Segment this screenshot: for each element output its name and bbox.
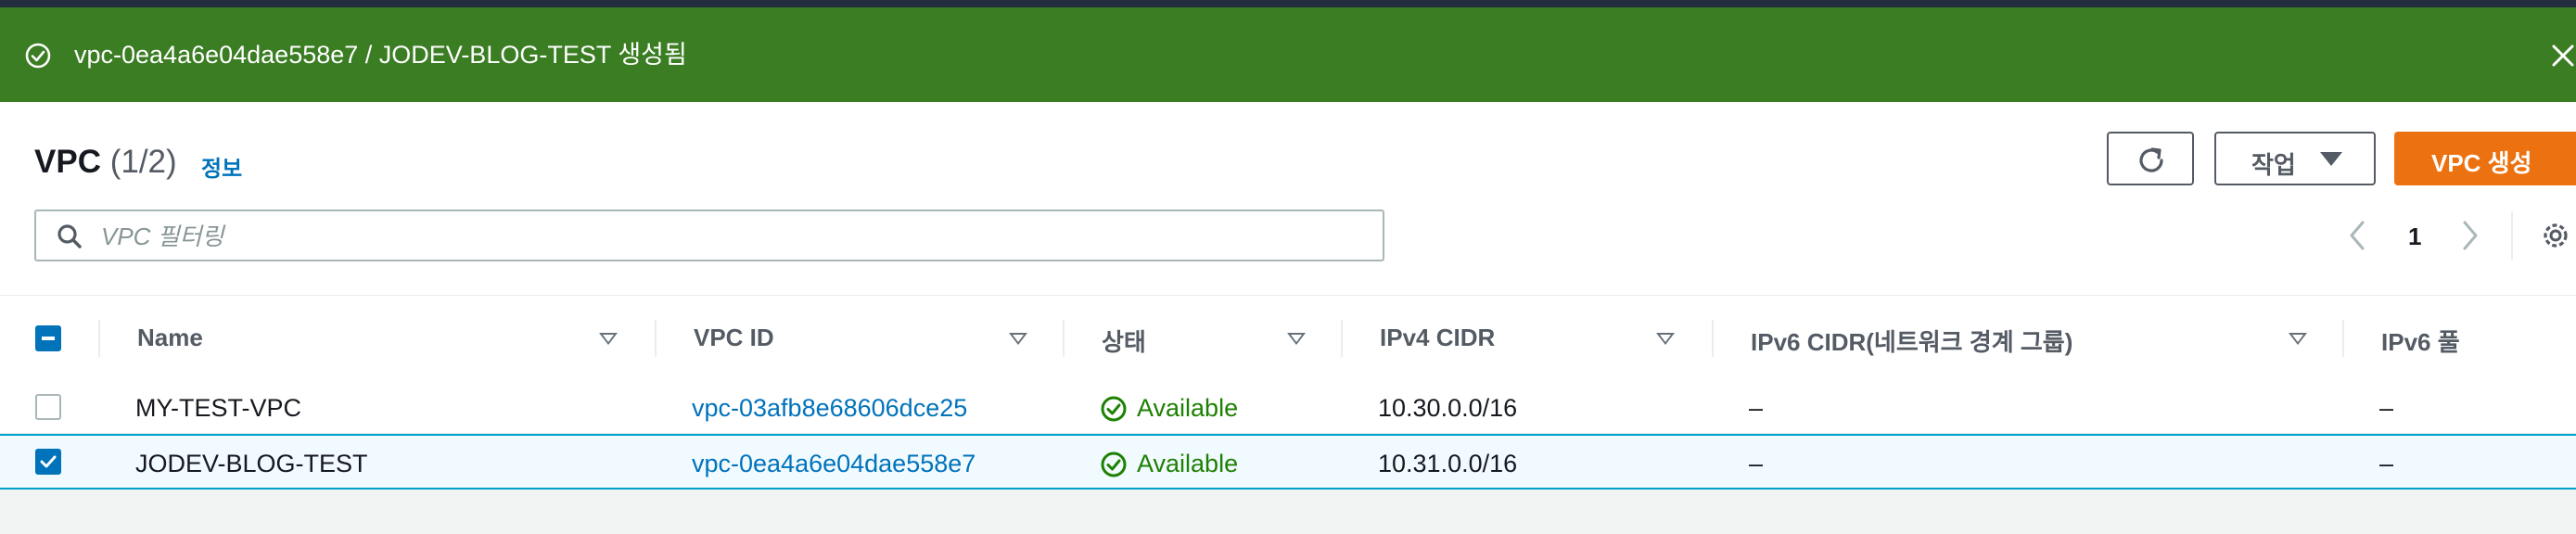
row-checkbox[interactable] (35, 394, 61, 420)
column-divider (98, 320, 100, 357)
sort-icon[interactable] (599, 333, 618, 345)
column-header-ipv4-cidr[interactable]: IPv4 CIDR (1380, 324, 1495, 352)
cell-ipv4-cidr: 10.30.0.0/16 (1378, 394, 1518, 422)
page-title-text: VPC (34, 144, 101, 180)
success-circle-icon (25, 43, 51, 69)
column-divider (1063, 320, 1065, 357)
sort-icon[interactable] (1287, 333, 1306, 345)
cell-name: JODEV-BLOG-TEST (135, 450, 368, 477)
success-flash-banner: vpc-0ea4a6e04dae558e7 / JODEV-BLOG-TEST … (0, 7, 2576, 102)
sort-icon[interactable] (1009, 333, 1027, 345)
column-header-name[interactable]: Name (137, 324, 203, 352)
search-icon (57, 224, 82, 248)
sort-icon[interactable] (1656, 333, 1675, 345)
column-header-status[interactable]: 상태 (1102, 324, 1146, 358)
cell-ipv6-cidr: – (1749, 450, 1764, 477)
cell-vpc-id-link[interactable]: vpc-03afb8e68606dce25 (692, 393, 967, 423)
check-icon (40, 455, 57, 468)
close-icon[interactable] (2550, 43, 2576, 69)
cell-name: MY-TEST-VPC (135, 394, 302, 422)
refresh-icon (2139, 147, 2163, 172)
table-row[interactable]: MY-TEST-VPC vpc-03afb8e68606dce25 Availa… (0, 380, 2576, 434)
column-header-ipv6-cidr[interactable]: IPv6 CIDR(네트워크 경계 그룹) (1751, 324, 2072, 358)
status-text: Available (1137, 394, 1239, 422)
table-header: Name VPC ID 상태 IPv4 CIDR IPv6 CIDR(네트워크 … (0, 295, 2576, 383)
page-title: VPC (1/2) (34, 143, 177, 182)
column-header-ipv6-pool[interactable]: IPv6 풀 (2381, 324, 2460, 358)
column-header-vpc-id[interactable]: VPC ID (694, 324, 774, 352)
next-page-icon[interactable] (2459, 219, 2481, 252)
column-divider (2342, 320, 2344, 357)
actions-dropdown-button[interactable]: 작업 (2214, 132, 2376, 185)
pager-divider (2511, 211, 2513, 260)
gear-icon[interactable] (2539, 219, 2572, 252)
selection-count: (1/2) (109, 144, 177, 180)
vpc-list-panel: VPC (1/2) 정보 작업 VPC 생성 1 Name (0, 102, 2576, 490)
cell-status: Available (1100, 393, 1285, 423)
actions-label: 작업 (2251, 151, 2296, 179)
caret-down-icon (2320, 152, 2342, 166)
status-ok-icon (1101, 396, 1127, 422)
status-text: Available (1137, 450, 1239, 477)
cell-ipv6-pool: – (2379, 450, 2394, 477)
cell-ipv6-pool: – (2379, 394, 2394, 422)
vpc-filter-input[interactable] (99, 219, 1364, 254)
column-divider (1341, 320, 1343, 357)
status-ok-icon (1101, 451, 1127, 477)
cell-status: Available (1100, 449, 1285, 478)
table-row-selected[interactable]: JODEV-BLOG-TEST vpc-0ea4a6e04dae558e7 Av… (0, 434, 2576, 490)
cell-ipv6-cidr: – (1749, 394, 1764, 422)
previous-page-icon[interactable] (2346, 219, 2368, 252)
current-page-number[interactable]: 1 (2408, 222, 2421, 251)
refresh-button[interactable] (2107, 132, 2194, 185)
top-nav-bar (0, 0, 2576, 7)
sort-icon[interactable] (2289, 333, 2307, 345)
flash-message: vpc-0ea4a6e04dae558e7 / JODEV-BLOG-TEST … (74, 41, 687, 69)
info-link[interactable]: 정보 (201, 150, 242, 183)
column-divider (655, 320, 657, 357)
column-divider (1712, 320, 1714, 357)
select-all-checkbox[interactable] (35, 325, 61, 351)
create-vpc-button[interactable]: VPC 생성 (2394, 132, 2576, 185)
cell-vpc-id-link[interactable]: vpc-0ea4a6e04dae558e7 (692, 449, 976, 478)
vpc-filter (34, 210, 1384, 261)
row-checkbox-checked[interactable] (35, 449, 61, 475)
cell-ipv4-cidr: 10.31.0.0/16 (1378, 450, 1518, 477)
create-vpc-label: VPC 생성 (2431, 149, 2532, 177)
